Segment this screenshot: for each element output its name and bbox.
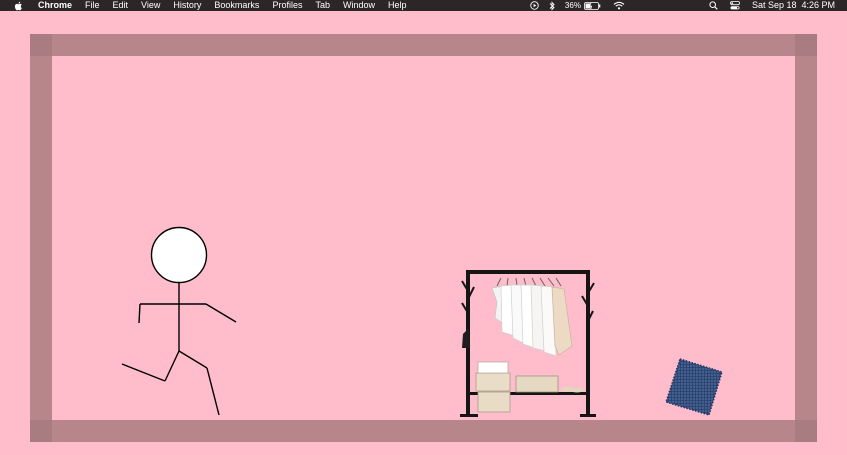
menu-bookmarks[interactable]: Bookmarks <box>214 0 259 11</box>
menu-app-chrome[interactable]: Chrome <box>38 0 72 11</box>
stick-figure[interactable] <box>118 225 243 420</box>
battery-icon[interactable] <box>584 1 601 10</box>
wall-corner-right <box>795 34 817 56</box>
menu-tab[interactable]: Tab <box>315 0 330 11</box>
wall-corner-left <box>30 34 52 56</box>
stick-figure-left-arm <box>138 303 141 324</box>
control-center-icon[interactable] <box>730 1 740 10</box>
clock-datetime[interactable]: Sat Sep 18 4:26 PM <box>752 0 835 11</box>
apple-icon[interactable] <box>14 1 23 11</box>
menu-bar-right: 36% Sat Sep 18 4:26 PM <box>520 0 835 11</box>
menu-bar-left: Chrome File Edit View History Bookmarks … <box>14 0 420 11</box>
search-icon[interactable] <box>709 1 718 10</box>
clothes-rack[interactable] <box>456 266 596 421</box>
menu-edit[interactable]: Edit <box>113 0 129 11</box>
wifi-icon[interactable] <box>613 1 625 10</box>
floor-corner-right <box>795 420 817 442</box>
blue-rug[interactable] <box>663 356 725 418</box>
play-icon[interactable] <box>530 1 539 10</box>
game-stage <box>0 11 847 455</box>
stick-figure-head <box>150 226 208 284</box>
menu-help[interactable]: Help <box>388 0 407 11</box>
battery-percent[interactable]: 36% <box>565 0 581 11</box>
menu-window[interactable]: Window <box>343 0 375 11</box>
menu-view[interactable]: View <box>141 0 160 11</box>
menu-profiles[interactable]: Profiles <box>272 0 302 11</box>
stick-figure-left-shin <box>121 363 166 382</box>
menu-bar: Chrome File Edit View History Bookmarks … <box>0 0 847 11</box>
stick-figure-right-shin <box>206 367 220 416</box>
stick-figure-left-thigh <box>164 350 180 382</box>
stick-figure-right-thigh <box>178 350 208 369</box>
stick-figure-right-arm <box>205 303 237 323</box>
bluetooth-icon[interactable] <box>549 0 555 11</box>
floor-corner-left <box>30 420 52 442</box>
menu-history[interactable]: History <box>173 0 201 11</box>
menu-file[interactable]: File <box>85 0 100 11</box>
